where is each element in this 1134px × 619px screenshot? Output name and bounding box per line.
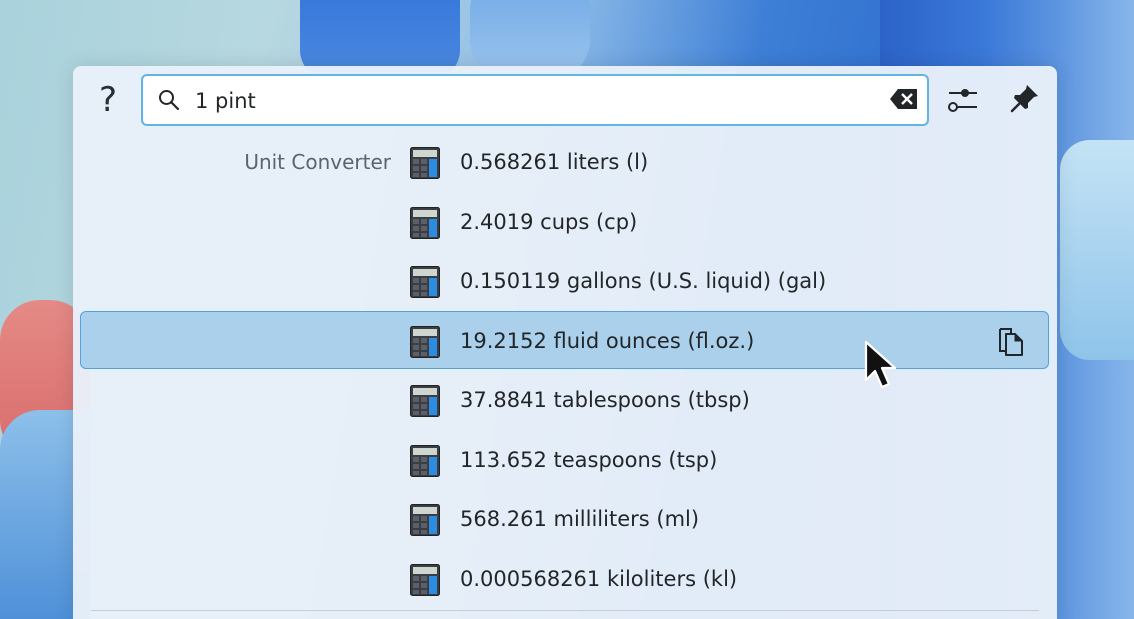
calculator-icon	[410, 564, 440, 596]
backspace-clear-icon[interactable]	[889, 88, 919, 110]
krunner-panel: ? Unit Converter 0.568261 liters (l) 2.401…	[73, 66, 1057, 619]
search-icon	[159, 90, 180, 111]
result-row[interactable]: 568.261 milliliters (ml)	[80, 489, 1049, 547]
result-text: 568.261 milliliters (ml)	[460, 507, 700, 531]
result-text: 0.000568261 kiloliters (kl)	[460, 567, 738, 591]
mouse-cursor	[864, 340, 897, 389]
result-text: 37.8841 tablespoons (tbsp)	[460, 388, 750, 412]
result-text: 0.568261 liters (l)	[460, 150, 649, 174]
calculator-icon	[410, 147, 440, 179]
result-row[interactable]: 113.652 teaspoons (tsp)	[80, 430, 1049, 488]
search-box[interactable]	[141, 74, 929, 126]
result-text: 2.4019 cups (cp)	[460, 210, 638, 234]
wallpaper-shape	[1060, 140, 1134, 360]
calculator-icon	[410, 207, 440, 239]
calculator-icon	[410, 445, 440, 477]
result-row[interactable]: Unit Converter 0.568261 liters (l)	[80, 132, 1049, 190]
result-text: 19.2152 fluid ounces (fl.oz.)	[460, 329, 755, 353]
result-text: 113.652 teaspoons (tsp)	[460, 448, 718, 472]
result-row[interactable]: 0.000568261 kiloliters (kl)	[80, 549, 1049, 607]
result-row[interactable]: 2.4019 cups (cp)	[80, 192, 1049, 250]
divider	[91, 610, 1039, 611]
calculator-icon	[410, 266, 440, 298]
pin-icon[interactable]	[1009, 82, 1041, 114]
calculator-icon	[410, 326, 440, 358]
calculator-icon	[410, 504, 440, 536]
result-category-label: Unit Converter	[244, 150, 391, 174]
copy-icon[interactable]	[997, 327, 1025, 357]
calculator-icon	[410, 385, 440, 417]
search-input[interactable]	[193, 84, 877, 118]
result-text: 0.150119 gallons (U.S. liquid) (gal)	[460, 269, 827, 293]
help-button[interactable]: ?	[91, 80, 125, 120]
settings-sliders-icon[interactable]	[947, 84, 979, 116]
result-row[interactable]: 0.150119 gallons (U.S. liquid) (gal)	[80, 251, 1049, 309]
